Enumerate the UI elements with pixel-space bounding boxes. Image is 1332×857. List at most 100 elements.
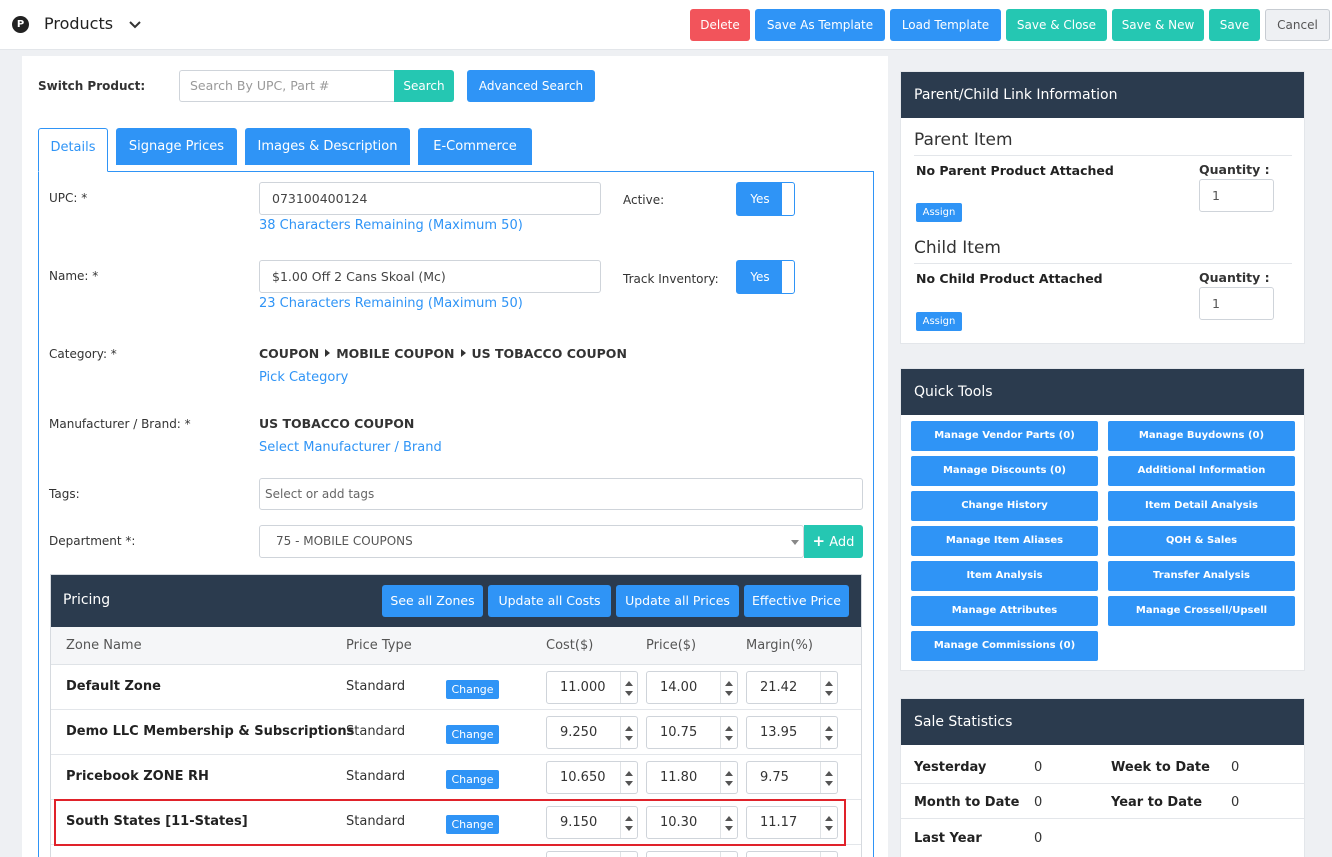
item-analysis-button[interactable]: Item Analysis bbox=[911, 561, 1098, 591]
track-inventory-label: Track Inventory: bbox=[623, 272, 719, 286]
child-item-heading: Child Item bbox=[914, 238, 1001, 258]
upc-input[interactable]: 073100400124 bbox=[259, 182, 601, 215]
spinner-up-icon bbox=[625, 726, 633, 731]
assign-parent-button[interactable]: Assign bbox=[916, 203, 962, 222]
margin-input[interactable]: 13.95 bbox=[746, 716, 838, 749]
stat-value: 0 bbox=[1231, 760, 1240, 775]
advanced-search-button[interactable]: Advanced Search bbox=[467, 70, 595, 102]
spinner[interactable] bbox=[720, 762, 737, 793]
stat-label: Last Year bbox=[914, 831, 982, 846]
spinner[interactable] bbox=[820, 672, 837, 703]
manage-item-aliases-button[interactable]: Manage Item Aliases bbox=[911, 526, 1098, 556]
update-all-prices-button[interactable]: Update all Prices bbox=[616, 585, 739, 617]
manage-discounts-button[interactable]: Manage Discounts (0) bbox=[911, 456, 1098, 486]
add-label: Add bbox=[829, 535, 855, 550]
pricing-title: Pricing bbox=[63, 592, 111, 608]
child-quantity-label: Quantity : bbox=[1199, 270, 1270, 285]
manage-attributes-button[interactable]: Manage Attributes bbox=[911, 596, 1098, 626]
update-all-costs-button[interactable]: Update all Costs bbox=[488, 585, 611, 617]
cost-input[interactable]: 9.250 bbox=[546, 716, 638, 749]
column-header-price-type: Price Type bbox=[346, 638, 412, 653]
save-button[interactable]: Save bbox=[1209, 9, 1260, 41]
change-button[interactable]: Change bbox=[446, 680, 499, 699]
child-quantity-input[interactable]: 1 bbox=[1199, 287, 1274, 320]
table-row bbox=[51, 845, 861, 857]
spinner[interactable] bbox=[620, 852, 637, 857]
cancel-button[interactable]: Cancel bbox=[1265, 9, 1330, 41]
add-department-button[interactable]: + Add bbox=[804, 525, 863, 558]
select-manufacturer-link[interactable]: Select Manufacturer / Brand bbox=[259, 440, 442, 455]
parent-quantity-input[interactable]: 1 bbox=[1199, 179, 1274, 212]
tab-signage-prices[interactable]: Signage Prices bbox=[116, 128, 237, 165]
caret-right-icon bbox=[325, 349, 331, 357]
manage-commissions-button[interactable]: Manage Commissions (0) bbox=[911, 631, 1098, 661]
pick-category-link[interactable]: Pick Category bbox=[259, 370, 348, 385]
column-header-price: Price($) bbox=[646, 638, 697, 653]
tags-input[interactable]: Select or add tags bbox=[259, 478, 863, 510]
save-close-button[interactable]: Save & Close bbox=[1006, 9, 1107, 41]
search-button[interactable]: Search bbox=[394, 70, 454, 102]
spinner-up-icon bbox=[725, 726, 733, 731]
item-detail-analysis-button[interactable]: Item Detail Analysis bbox=[1108, 491, 1295, 521]
additional-information-button[interactable]: Additional Information bbox=[1108, 456, 1295, 486]
cost-input[interactable] bbox=[546, 851, 638, 857]
cost-value: 10.650 bbox=[560, 770, 606, 785]
price-input[interactable] bbox=[646, 851, 738, 857]
spinner[interactable] bbox=[620, 672, 637, 703]
track-inventory-toggle[interactable]: Yes bbox=[736, 260, 795, 294]
price-input[interactable]: 11.80 bbox=[646, 761, 738, 794]
manage-vendor-parts-button[interactable]: Manage Vendor Parts (0) bbox=[911, 421, 1098, 451]
active-label: Active: bbox=[623, 193, 665, 207]
spinner[interactable] bbox=[820, 852, 837, 857]
save-new-button[interactable]: Save & New bbox=[1112, 9, 1204, 41]
active-toggle[interactable]: Yes bbox=[736, 182, 795, 216]
qoh-sales-button[interactable]: QOH & Sales bbox=[1108, 526, 1295, 556]
name-input[interactable]: $1.00 Off 2 Cans Skoal (Mc) bbox=[259, 260, 601, 293]
tab-images-description[interactable]: Images & Description bbox=[245, 128, 410, 165]
cost-input[interactable]: 11.000 bbox=[546, 671, 638, 704]
spinner-down-icon bbox=[625, 736, 633, 741]
spinner[interactable] bbox=[720, 672, 737, 703]
price-input[interactable]: 14.00 bbox=[646, 671, 738, 704]
margin-input[interactable] bbox=[746, 851, 838, 857]
caret-right-icon bbox=[460, 349, 466, 357]
see-all-zones-button[interactable]: See all Zones bbox=[382, 585, 483, 617]
spinner[interactable] bbox=[620, 717, 637, 748]
price-input[interactable]: 10.75 bbox=[646, 716, 738, 749]
load-template-button[interactable]: Load Template bbox=[890, 9, 1001, 41]
active-toggle-label: Yes bbox=[750, 192, 770, 206]
effective-price-button[interactable]: Effective Price bbox=[744, 585, 849, 617]
manufacturer-value: US TOBACCO COUPON bbox=[259, 416, 415, 431]
upc-label: UPC: * bbox=[49, 191, 88, 205]
transfer-analysis-button[interactable]: Transfer Analysis bbox=[1108, 561, 1295, 591]
divider bbox=[901, 783, 1304, 784]
page-title: Products bbox=[44, 14, 114, 33]
spinner[interactable] bbox=[720, 852, 737, 857]
chevron-down-icon[interactable] bbox=[128, 18, 142, 32]
spinner-up-icon bbox=[625, 681, 633, 686]
stat-value: 0 bbox=[1034, 831, 1043, 846]
stat-value: 0 bbox=[1034, 760, 1043, 775]
change-button[interactable]: Change bbox=[446, 770, 499, 789]
department-select[interactable]: 75 - MOBILE COUPONS bbox=[259, 525, 804, 558]
spinner[interactable] bbox=[620, 762, 637, 793]
switch-product-search-input[interactable]: Search By UPC, Part # bbox=[179, 70, 395, 102]
spinner[interactable] bbox=[720, 717, 737, 748]
cost-input[interactable]: 10.650 bbox=[546, 761, 638, 794]
change-history-button[interactable]: Change History bbox=[911, 491, 1098, 521]
change-button[interactable]: Change bbox=[446, 725, 499, 744]
category-level-3: US TOBACCO COUPON bbox=[471, 346, 627, 361]
manage-crossell-upsell-button[interactable]: Manage Crossell/Upsell bbox=[1108, 596, 1295, 626]
margin-input[interactable]: 21.42 bbox=[746, 671, 838, 704]
save-as-template-button[interactable]: Save As Template bbox=[755, 9, 885, 41]
spinner[interactable] bbox=[820, 717, 837, 748]
price-value: 14.00 bbox=[660, 680, 698, 695]
tab-details[interactable]: Details bbox=[38, 128, 108, 172]
manage-buydowns-button[interactable]: Manage Buydowns (0) bbox=[1108, 421, 1295, 451]
assign-child-button[interactable]: Assign bbox=[916, 312, 962, 331]
margin-input[interactable]: 9.75 bbox=[746, 761, 838, 794]
tab-ecommerce[interactable]: E-Commerce bbox=[418, 128, 532, 165]
delete-button[interactable]: Delete bbox=[690, 9, 750, 41]
sale-statistics-panel: Sale Statistics Yesterday 0 Week to Date… bbox=[900, 698, 1305, 857]
spinner[interactable] bbox=[820, 762, 837, 793]
